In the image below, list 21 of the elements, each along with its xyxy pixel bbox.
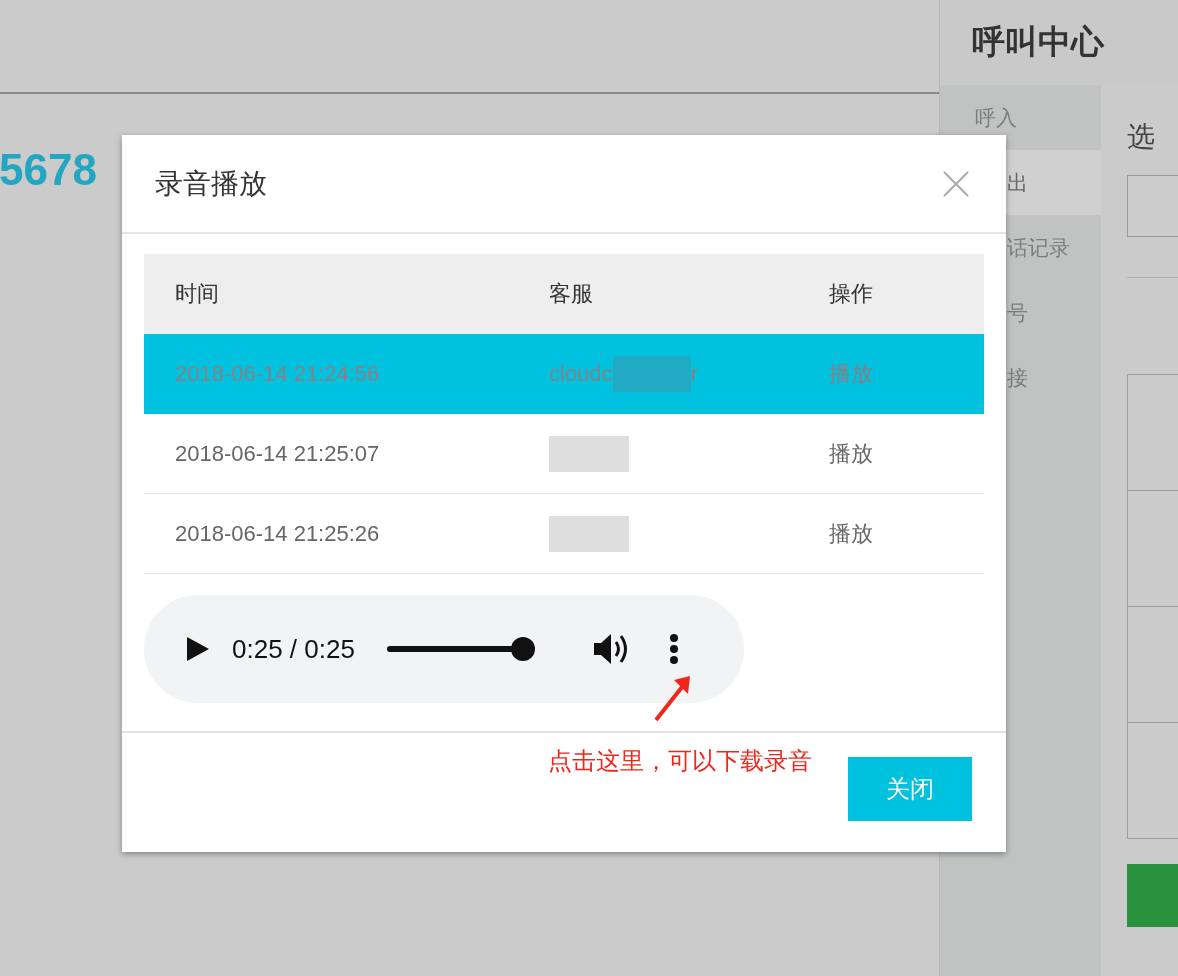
play-icon[interactable] (186, 636, 210, 662)
progress-thumb[interactable] (510, 637, 535, 661)
column-header: 操作 (829, 280, 874, 308)
number-text: 5678 (0, 148, 97, 192)
table-cell-text: 2018-06-14 21:24:56 (175, 360, 381, 387)
play-link[interactable]: 播放 (829, 518, 984, 549)
table-cell: r (690, 360, 698, 387)
table-cell-text: 2018-06-14 21:25:07 (175, 440, 381, 467)
time-text: 0:25 / 0:25 (232, 633, 355, 665)
table-cell-text: 2018-06-14 21:25:26 (175, 520, 381, 547)
more-icon[interactable] (668, 633, 679, 665)
table-cell: cloudc (549, 360, 613, 387)
section-heading: 选 (1127, 123, 1157, 151)
play-link[interactable]: 播放 (829, 438, 984, 469)
input-field[interactable] (1127, 175, 1178, 237)
annotation-text: 点击这里，可以下载录音 (548, 746, 812, 776)
column-header: 时间 (175, 280, 220, 308)
dialog-title: 录音播放 (155, 166, 267, 201)
table-row[interactable]: 2018-06-14 21:24:56 cloudc r 播放 (144, 334, 984, 414)
close-button[interactable]: 关闭 (848, 757, 972, 821)
column-header: 客服 (549, 280, 594, 308)
